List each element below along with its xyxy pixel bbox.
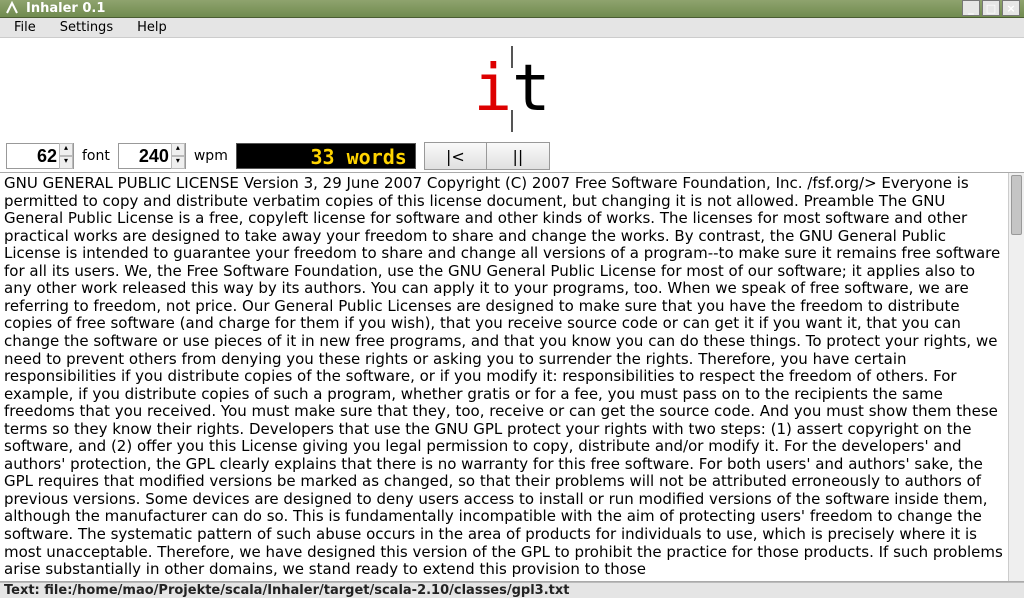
playback-controls: |< || [424,142,550,170]
app-icon [4,0,20,16]
font-size-input[interactable] [7,146,59,167]
pause-button[interactable]: || [487,143,549,169]
wpm-down-button[interactable]: ▾ [171,156,185,169]
word-post: t [512,52,551,126]
word-orp: i [473,52,512,126]
word-count-display: 33 words [236,143,416,169]
reader-display: it [0,38,1024,140]
reticle-top-icon [511,46,513,68]
wpm-input[interactable] [119,146,171,167]
menubar: File Settings Help [0,18,1024,38]
pause-icon: || [512,147,523,166]
menu-file[interactable]: File [4,18,46,37]
font-down-button[interactable]: ▾ [59,156,73,169]
font-size-spinner[interactable]: ▴ ▾ [6,143,74,169]
controls-row: ▴ ▾ font ▴ ▾ wpm 33 words |< || [0,140,1024,172]
window-titlebar: Inhaler 0.1 _ □ × [0,0,1024,18]
window-title: Inhaler 0.1 [26,1,962,16]
statusbar: Text: file:/home/mao/Projekte/scala/Inha… [0,582,1024,598]
window-buttons: _ □ × [962,0,1020,16]
menu-settings[interactable]: Settings [50,18,123,37]
restart-button[interactable]: |< [425,143,487,169]
reticle-bottom-icon [511,110,513,132]
minimize-button[interactable]: _ [962,0,980,16]
wpm-spinner[interactable]: ▴ ▾ [118,143,186,169]
document-text[interactable]: GNU GENERAL PUBLIC LICENSE Version 3, 29… [0,173,1008,581]
scroll-thumb[interactable] [1011,175,1022,235]
status-text: Text: file:/home/mao/Projekte/scala/Inha… [4,583,569,598]
wpm-label: wpm [194,148,228,164]
document-pane: GNU GENERAL PUBLIC LICENSE Version 3, 29… [0,172,1024,582]
font-up-button[interactable]: ▴ [59,143,73,156]
restart-icon: |< [446,147,465,166]
vertical-scrollbar[interactable] [1008,173,1024,581]
close-button[interactable]: × [1002,0,1020,16]
menu-help[interactable]: Help [127,18,177,37]
font-label: font [82,148,110,164]
maximize-button[interactable]: □ [982,0,1000,16]
wpm-up-button[interactable]: ▴ [171,143,185,156]
